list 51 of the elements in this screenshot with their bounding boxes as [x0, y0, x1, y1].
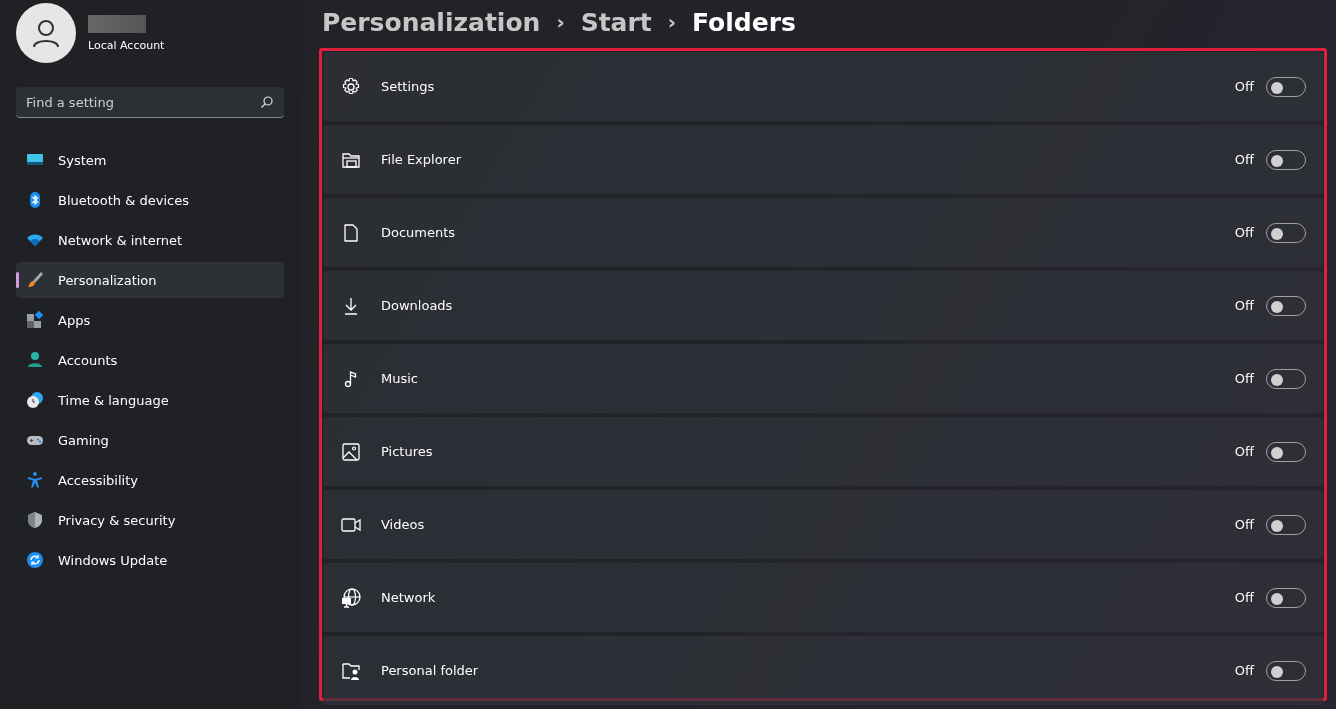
paintbrush-icon: [26, 271, 44, 289]
sidebar-item[interactable]: System: [16, 142, 284, 178]
search-field[interactable]: Find a setting: [16, 87, 284, 118]
toggle-state: Off: [1234, 225, 1254, 240]
selection-indicator: [16, 272, 19, 288]
setting-label: Personal folder: [381, 663, 480, 678]
shield-icon: [26, 511, 44, 529]
setting-label: File Explorer: [381, 152, 462, 167]
sidebar-item[interactable]: Network & internet: [16, 222, 284, 258]
toggle-state: Off: [1234, 663, 1254, 678]
toggle-state: Off: [1234, 590, 1254, 605]
breadcrumb-separator: ›: [667, 10, 676, 34]
sidebar-item[interactable]: Accessibility: [16, 462, 284, 498]
image-icon: [341, 441, 361, 462]
toggle-state: Off: [1234, 79, 1254, 94]
sync-icon: [26, 551, 44, 569]
sidebar-item[interactable]: Personalization: [16, 262, 284, 298]
sidebar-item[interactable]: Accounts: [16, 342, 284, 378]
folder-person-icon: [341, 660, 361, 681]
sidebar-item[interactable]: Privacy & security: [16, 502, 284, 538]
globe-monitor-icon: [341, 587, 361, 608]
sidebar-item[interactable]: Gaming: [16, 422, 284, 458]
globe-clock-icon: [26, 391, 44, 409]
sidebar-item[interactable]: Time & language: [16, 382, 284, 418]
sidebar-item[interactable]: Bluetooth & devices: [16, 182, 284, 218]
avatar-icon: [16, 3, 76, 63]
apps-icon: [26, 311, 44, 329]
breadcrumb-separator: ›: [556, 10, 565, 34]
toggle-state: Off: [1234, 444, 1254, 459]
toggle-state: Off: [1234, 517, 1254, 532]
breadcrumb-item[interactable]: Start: [580, 7, 652, 37]
setting-label: Settings: [381, 79, 436, 94]
toggle-state: Off: [1234, 371, 1254, 386]
gear-icon: [341, 76, 361, 97]
document-icon: [341, 222, 361, 243]
setting-label: Network: [381, 590, 437, 605]
setting-label: Music: [381, 371, 419, 386]
account-type: Local Account: [88, 38, 165, 52]
toggle-state: Off: [1234, 152, 1254, 167]
setting-label: Videos: [381, 517, 426, 532]
setting-label: Pictures: [381, 444, 434, 459]
breadcrumb-item: Folders: [692, 7, 796, 37]
sidebar-item[interactable]: Apps: [16, 302, 284, 338]
person-icon: [26, 351, 44, 369]
accessibility-icon: [26, 471, 44, 489]
setting-label: Downloads: [381, 298, 454, 313]
toggle-state: Off: [1234, 298, 1254, 313]
sidebar-item[interactable]: Windows Update: [16, 542, 284, 578]
search-icon: [260, 95, 274, 109]
breadcrumb-item[interactable]: Personalization: [322, 7, 541, 37]
setting-label: Documents: [381, 225, 457, 240]
